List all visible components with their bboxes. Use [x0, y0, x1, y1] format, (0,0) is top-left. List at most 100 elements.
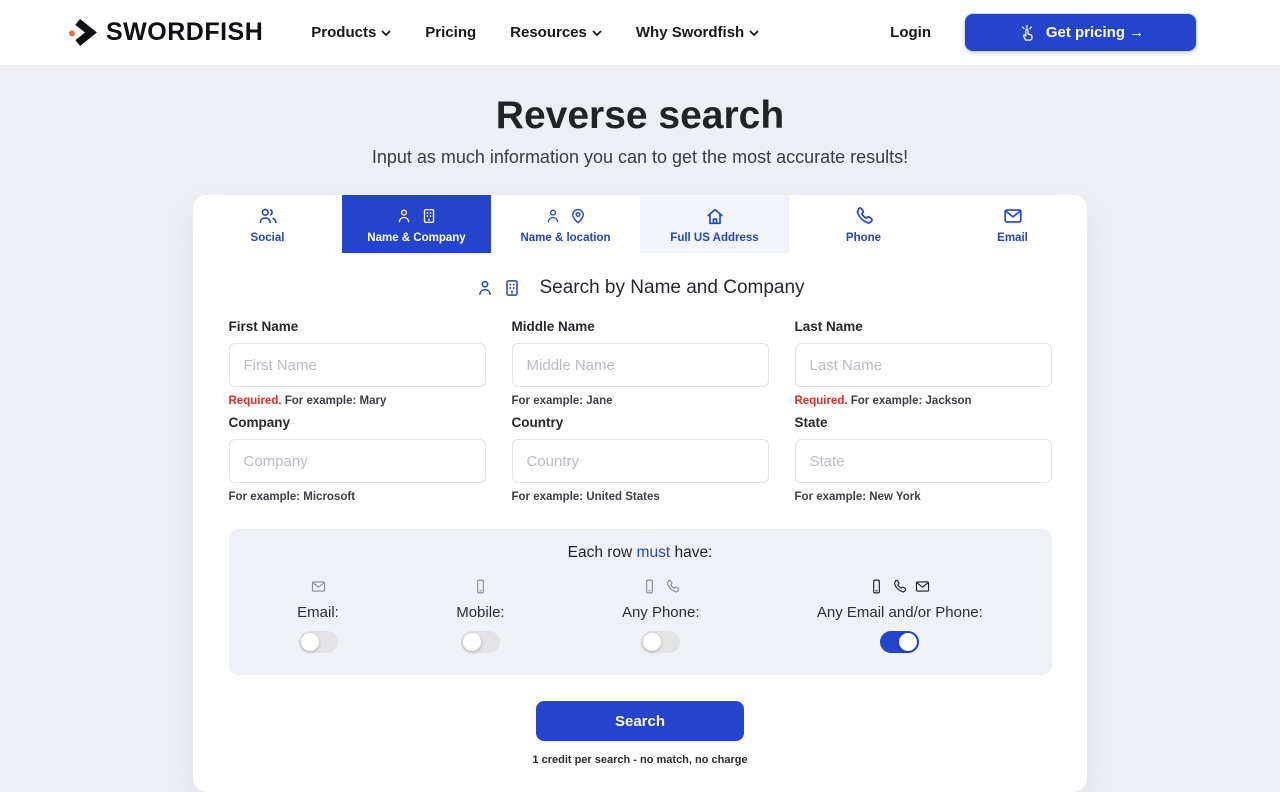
nav-item-resources[interactable]: Resources [510, 24, 602, 41]
tab-label: Social [251, 232, 285, 244]
tab-label: Phone [846, 232, 881, 244]
phone-icon [664, 578, 681, 595]
field-country: Country For example: United States [512, 415, 769, 503]
nav-item-label: Products [311, 24, 376, 41]
nav-item-products[interactable]: Products [311, 24, 391, 41]
field-example: For example: Microsoft [229, 491, 356, 503]
chevron-down-icon [592, 28, 602, 37]
field-label: Country [512, 415, 769, 430]
field-label: Middle Name [512, 319, 769, 334]
mobile-icon [641, 578, 658, 595]
field-helper: For example: New York [795, 491, 1052, 503]
credit-note: 1 credit per search - no match, no charg… [193, 754, 1087, 766]
title-prefix: Each row [568, 544, 637, 561]
any-phone-toggle[interactable] [641, 631, 680, 653]
toggle-label: Any Email and/or Phone: [817, 604, 983, 621]
click-hand-icon [1017, 23, 1037, 43]
get-pricing-label: Get pricing → [1046, 24, 1144, 41]
envelope-icon [1002, 205, 1024, 227]
field-example: For example: Jackson [851, 395, 972, 407]
person-pin-icon [544, 205, 587, 227]
people-icon [256, 205, 280, 227]
toggle-label: Mobile: [456, 604, 504, 621]
tab-name-location[interactable]: Name & location [491, 195, 640, 253]
toggle-group-email: Email: [297, 577, 339, 653]
tab-email[interactable]: Email [938, 195, 1087, 253]
nav-item-pricing[interactable]: Pricing [425, 24, 476, 41]
login-link[interactable]: Login [890, 24, 931, 41]
section-title: Search by Name and Company [539, 277, 804, 299]
chevron-down-icon [381, 28, 391, 37]
get-pricing-button[interactable]: Get pricing → [965, 14, 1196, 51]
tab-social[interactable]: Social [193, 195, 342, 253]
middle-name-input[interactable] [512, 343, 769, 387]
field-label: Last Name [795, 319, 1052, 334]
search-form: First Name Required. For example: Mary M… [229, 319, 1052, 503]
required-flag: Required. [229, 395, 282, 407]
swordfish-logo[interactable]: SWORDFISH [68, 18, 263, 47]
mobile-icon [868, 578, 885, 595]
field-example: For example: New York [795, 491, 921, 503]
section-header: Search by Name and Company [193, 277, 1087, 299]
toggle-knob [899, 633, 917, 651]
first-name-input[interactable] [229, 343, 486, 387]
chevron-down-icon [749, 28, 759, 37]
phone-icon [853, 205, 875, 227]
tab-name-company[interactable]: Name & Company [342, 195, 491, 253]
field-label: State [795, 415, 1052, 430]
nav-item-label: Resources [510, 24, 587, 41]
field-state: State For example: New York [795, 415, 1052, 503]
toggle-group-mobile: Mobile: [456, 577, 504, 653]
house-icon [704, 205, 726, 227]
email-toggle[interactable] [299, 631, 338, 653]
field-helper: Required. For example: Jackson [795, 395, 1052, 407]
mobile-icon [472, 577, 489, 595]
person-building-icon [475, 277, 522, 299]
mobile-toggle[interactable] [461, 631, 500, 653]
company-input[interactable] [229, 439, 486, 483]
page-title: Reverse search [0, 94, 1280, 138]
country-input[interactable] [512, 439, 769, 483]
field-first-name: First Name Required. For example: Mary [229, 319, 486, 407]
row-requirements-box: Each row must have: Email: Mobile: [229, 529, 1052, 675]
person-building-icon [395, 205, 438, 227]
envelope-icon [310, 577, 327, 595]
last-name-input[interactable] [795, 343, 1052, 387]
swordfish-logo-text: SWORDFISH [106, 18, 263, 47]
toggle-label: Any Phone: [622, 604, 700, 621]
field-helper: Required. For example: Mary [229, 395, 486, 407]
field-last-name: Last Name Required. For example: Jackson [795, 319, 1052, 407]
nav-item-label: Pricing [425, 24, 476, 41]
tab-phone[interactable]: Phone [789, 195, 938, 253]
state-input[interactable] [795, 439, 1052, 483]
nav-item-why-swordfish[interactable]: Why Swordfish [636, 24, 759, 41]
toggle-row: Email: Mobile: Any [239, 577, 1042, 653]
toggle-label: Email: [297, 604, 339, 621]
tab-label: Full US Address [670, 232, 758, 244]
swordfish-logo-icon [68, 18, 98, 47]
top-navigation-bar: SWORDFISH Products Pricing Resources Why… [0, 0, 1280, 65]
field-label: Company [229, 415, 486, 430]
reverse-search-card: Social Name & Company [193, 195, 1087, 792]
field-helper: For example: Microsoft [229, 491, 486, 503]
tab-label: Name & location [520, 232, 610, 244]
field-middle-name: Middle Name For example: Jane [512, 319, 769, 407]
search-button[interactable]: Search [536, 701, 744, 741]
any-email-phone-toggle[interactable] [880, 631, 919, 653]
envelope-icon [914, 578, 931, 595]
field-example: For example: Jane [512, 395, 613, 407]
nav-item-label: Why Swordfish [636, 24, 744, 41]
field-example: For example: United States [512, 491, 660, 503]
tab-label: Name & Company [367, 232, 465, 244]
title-suffix: have: [670, 544, 712, 561]
toggle-knob [463, 633, 481, 651]
field-helper: For example: Jane [512, 395, 769, 407]
main-nav: Products Pricing Resources Why Swordfish [311, 24, 759, 41]
field-helper: For example: United States [512, 491, 769, 503]
phone-icon [891, 578, 908, 595]
required-flag: Required. [795, 395, 848, 407]
hero-section: Reverse search Input as much information… [0, 65, 1280, 168]
toggle-knob [301, 633, 319, 651]
row-requirements-title: Each row must have: [239, 544, 1042, 562]
tab-full-us-address[interactable]: Full US Address [640, 195, 789, 253]
